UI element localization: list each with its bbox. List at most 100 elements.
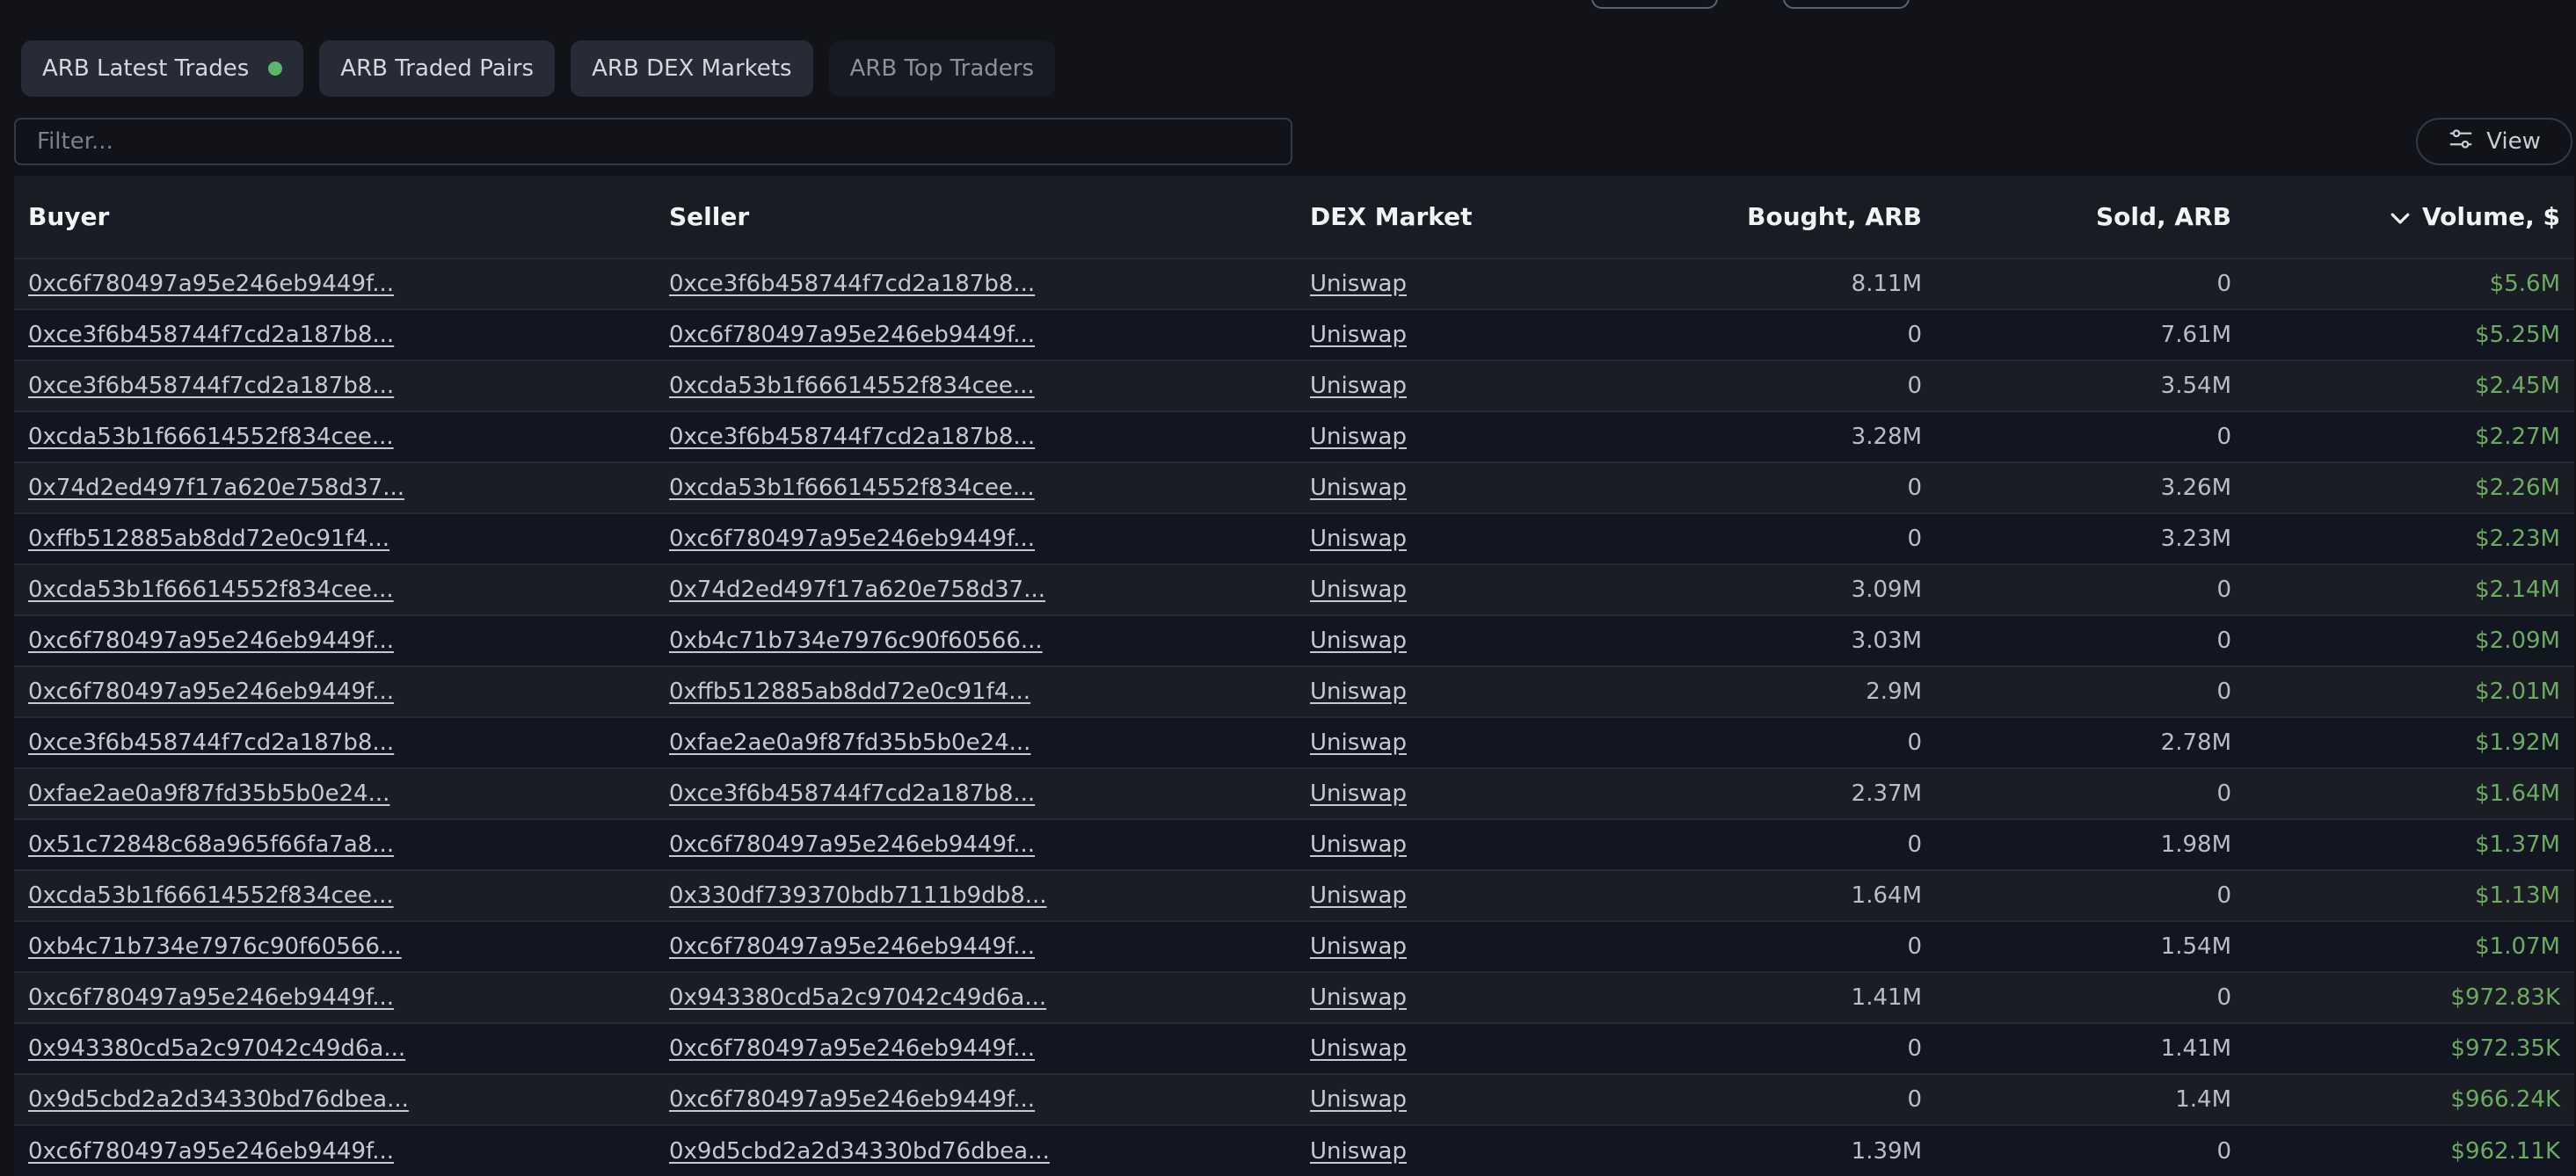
seller-address-link[interactable]: 0x943380cd5a2c97042c49d6a... bbox=[669, 984, 1046, 1011]
sold-amount: 0 bbox=[2216, 577, 2231, 603]
seller-address-link[interactable]: 0xce3f6b458744f7cd2a187b8... bbox=[669, 780, 1035, 807]
dex-market-link[interactable]: Uniswap bbox=[1310, 831, 1407, 858]
tab-bar: ARB Latest Trades ARB Traded Pairs ARB D… bbox=[21, 40, 1056, 97]
volume-value: $5.25M bbox=[2475, 322, 2560, 348]
buyer-address-link[interactable]: 0xcda53b1f66614552f834cee... bbox=[28, 577, 394, 603]
buyer-address-link[interactable]: 0xc6f780497a95e246eb9449f... bbox=[28, 679, 394, 705]
seller-address-link[interactable]: 0xc6f780497a95e246eb9449f... bbox=[669, 526, 1035, 552]
column-header-sold[interactable]: Sold, ARB bbox=[1936, 176, 2245, 258]
tab-latest-trades[interactable]: ARB Latest Trades bbox=[21, 40, 304, 97]
volume-value: $1.37M bbox=[2475, 831, 2560, 858]
table-row: 0xce3f6b458744f7cd2a187b8... 0xfae2ae0a9f… bbox=[14, 717, 2574, 768]
buyer-address-link[interactable]: 0xc6f780497a95e246eb9449f... bbox=[28, 628, 394, 654]
buyer-address-link[interactable]: 0xce3f6b458744f7cd2a187b8... bbox=[28, 322, 394, 348]
seller-address-link[interactable]: 0x74d2ed497f17a620e758d37... bbox=[669, 577, 1045, 603]
column-header-dex-market[interactable]: DEX Market bbox=[1296, 176, 1616, 258]
live-indicator-icon bbox=[268, 62, 283, 76]
seller-address-link[interactable]: 0xb4c71b734e7976c90f60566... bbox=[669, 628, 1043, 654]
buyer-address-link[interactable]: 0xce3f6b458744f7cd2a187b8... bbox=[28, 373, 394, 399]
table-row: 0x9d5cbd2a2d34330bd76dbea... 0xc6f780497a… bbox=[14, 1074, 2574, 1125]
column-header-seller[interactable]: Seller bbox=[655, 176, 1296, 258]
buyer-address-link[interactable]: 0x943380cd5a2c97042c49d6a... bbox=[28, 1035, 405, 1062]
seller-address-link[interactable]: 0xc6f780497a95e246eb9449f... bbox=[669, 831, 1035, 858]
volume-value: $962.11K bbox=[2450, 1137, 2560, 1165]
dex-market-link[interactable]: Uniswap bbox=[1310, 780, 1407, 807]
buyer-address-link[interactable]: 0xc6f780497a95e246eb9449f... bbox=[28, 984, 394, 1011]
market-cell: Uniswap bbox=[1296, 1074, 1616, 1125]
column-header-bought[interactable]: Bought, ARB bbox=[1616, 176, 1936, 258]
column-header-volume[interactable]: Volume, $ bbox=[2245, 176, 2574, 258]
seller-address-link[interactable]: 0xcda53b1f66614552f834cee... bbox=[669, 475, 1035, 501]
dex-market-link[interactable]: Uniswap bbox=[1310, 882, 1407, 909]
buyer-cell: 0x9d5cbd2a2d34330bd76dbea... bbox=[14, 1074, 655, 1125]
seller-address-link[interactable]: 0xce3f6b458744f7cd2a187b8... bbox=[669, 271, 1035, 297]
volume-value: $2.09M bbox=[2475, 628, 2560, 654]
bought-amount: 1.64M bbox=[1851, 882, 1922, 909]
column-header-buyer[interactable]: Buyer bbox=[14, 176, 655, 258]
buyer-cell: 0x51c72848c68a965f66fa7a8... bbox=[14, 819, 655, 870]
seller-address-link[interactable]: 0xffb512885ab8dd72e0c91f4... bbox=[669, 679, 1030, 705]
seller-address-link[interactable]: 0xc6f780497a95e246eb9449f... bbox=[669, 1035, 1035, 1062]
filter-input[interactable] bbox=[14, 118, 1292, 165]
dex-market-link[interactable]: Uniswap bbox=[1310, 1086, 1407, 1113]
seller-address-link[interactable]: 0x9d5cbd2a2d34330bd76dbea... bbox=[669, 1138, 1050, 1165]
tab-top-traders[interactable]: ARB Top Traders bbox=[828, 40, 1056, 97]
dex-market-link[interactable]: Uniswap bbox=[1310, 984, 1407, 1011]
sold-amount: 3.26M bbox=[2160, 475, 2231, 501]
seller-address-link[interactable]: 0xfae2ae0a9f87fd35b5b0e24... bbox=[669, 730, 1030, 756]
buyer-address-link[interactable]: 0xffb512885ab8dd72e0c91f4... bbox=[28, 526, 389, 552]
dex-market-link[interactable]: Uniswap bbox=[1310, 271, 1407, 297]
market-cell: Uniswap bbox=[1296, 615, 1616, 666]
buyer-address-link[interactable]: 0x74d2ed497f17a620e758d37... bbox=[28, 475, 404, 501]
bought-amount: 3.28M bbox=[1851, 424, 1922, 450]
sold-amount: 7.61M bbox=[2160, 322, 2231, 348]
dex-market-link[interactable]: Uniswap bbox=[1310, 577, 1407, 603]
view-button[interactable]: View bbox=[2416, 118, 2572, 165]
dex-market-link[interactable]: Uniswap bbox=[1310, 1035, 1407, 1062]
seller-cell: 0xce3f6b458744f7cd2a187b8... bbox=[655, 411, 1296, 462]
dex-market-link[interactable]: Uniswap bbox=[1310, 424, 1407, 450]
dex-market-link[interactable]: Uniswap bbox=[1310, 1138, 1407, 1165]
tab-dex-markets[interactable]: ARB DEX Markets bbox=[571, 40, 813, 97]
dex-market-link[interactable]: Uniswap bbox=[1310, 933, 1407, 960]
buyer-address-link[interactable]: 0xfae2ae0a9f87fd35b5b0e24... bbox=[28, 780, 389, 807]
dex-market-link[interactable]: Uniswap bbox=[1310, 628, 1407, 654]
dex-market-link[interactable]: Uniswap bbox=[1310, 730, 1407, 756]
dex-market-link[interactable]: Uniswap bbox=[1310, 526, 1407, 552]
buyer-address-link[interactable]: 0xc6f780497a95e246eb9449f... bbox=[28, 1138, 394, 1165]
sold-amount: 0 bbox=[2216, 424, 2231, 450]
sold-amount: 1.41M bbox=[2160, 1035, 2231, 1062]
tab-traded-pairs[interactable]: ARB Traded Pairs bbox=[319, 40, 556, 97]
buyer-address-link[interactable]: 0x51c72848c68a965f66fa7a8... bbox=[28, 831, 394, 858]
bought-amount: 2.9M bbox=[1866, 679, 1922, 705]
buyer-cell: 0xcda53b1f66614552f834cee... bbox=[14, 411, 655, 462]
seller-address-link[interactable]: 0xcda53b1f66614552f834cee... bbox=[669, 373, 1035, 399]
buyer-address-link[interactable]: 0xcda53b1f66614552f834cee... bbox=[28, 882, 394, 909]
table-row: 0xb4c71b734e7976c90f60566... 0xc6f780497a… bbox=[14, 921, 2574, 972]
buyer-address-link[interactable]: 0xc6f780497a95e246eb9449f... bbox=[28, 271, 394, 297]
buyer-address-link[interactable]: 0xce3f6b458744f7cd2a187b8... bbox=[28, 730, 394, 756]
buyer-address-link[interactable]: 0xb4c71b734e7976c90f60566... bbox=[28, 933, 402, 960]
seller-address-link[interactable]: 0xce3f6b458744f7cd2a187b8... bbox=[669, 424, 1035, 450]
dex-market-link[interactable]: Uniswap bbox=[1310, 322, 1407, 348]
buyer-address-link[interactable]: 0xcda53b1f66614552f834cee... bbox=[28, 424, 394, 450]
dex-market-link[interactable]: Uniswap bbox=[1310, 679, 1407, 705]
table-row: 0xc6f780497a95e246eb9449f... 0xb4c71b734e… bbox=[14, 615, 2574, 666]
market-cell: Uniswap bbox=[1296, 462, 1616, 513]
seller-address-link[interactable]: 0xc6f780497a95e246eb9449f... bbox=[669, 933, 1035, 960]
chevron-down-icon bbox=[2390, 213, 2410, 224]
top-toolbar-button[interactable] bbox=[1783, 0, 1910, 9]
table-row: 0xfae2ae0a9f87fd35b5b0e24... 0xce3f6b4587… bbox=[14, 768, 2574, 819]
dex-market-link[interactable]: Uniswap bbox=[1310, 475, 1407, 501]
tab-label: ARB Latest Trades bbox=[42, 55, 250, 82]
volume-header-label: Volume, $ bbox=[2422, 202, 2560, 231]
buyer-address-link[interactable]: 0x9d5cbd2a2d34330bd76dbea... bbox=[28, 1086, 409, 1113]
market-cell: Uniswap bbox=[1296, 870, 1616, 921]
seller-cell: 0xc6f780497a95e246eb9449f... bbox=[655, 513, 1296, 564]
seller-address-link[interactable]: 0xc6f780497a95e246eb9449f... bbox=[669, 1086, 1035, 1113]
seller-address-link[interactable]: 0xc6f780497a95e246eb9449f... bbox=[669, 322, 1035, 348]
buyer-cell: 0xc6f780497a95e246eb9449f... bbox=[14, 615, 655, 666]
dex-market-link[interactable]: Uniswap bbox=[1310, 373, 1407, 399]
seller-address-link[interactable]: 0x330df739370bdb7111b9db8... bbox=[669, 882, 1047, 909]
top-toolbar-button[interactable] bbox=[1591, 0, 1718, 9]
